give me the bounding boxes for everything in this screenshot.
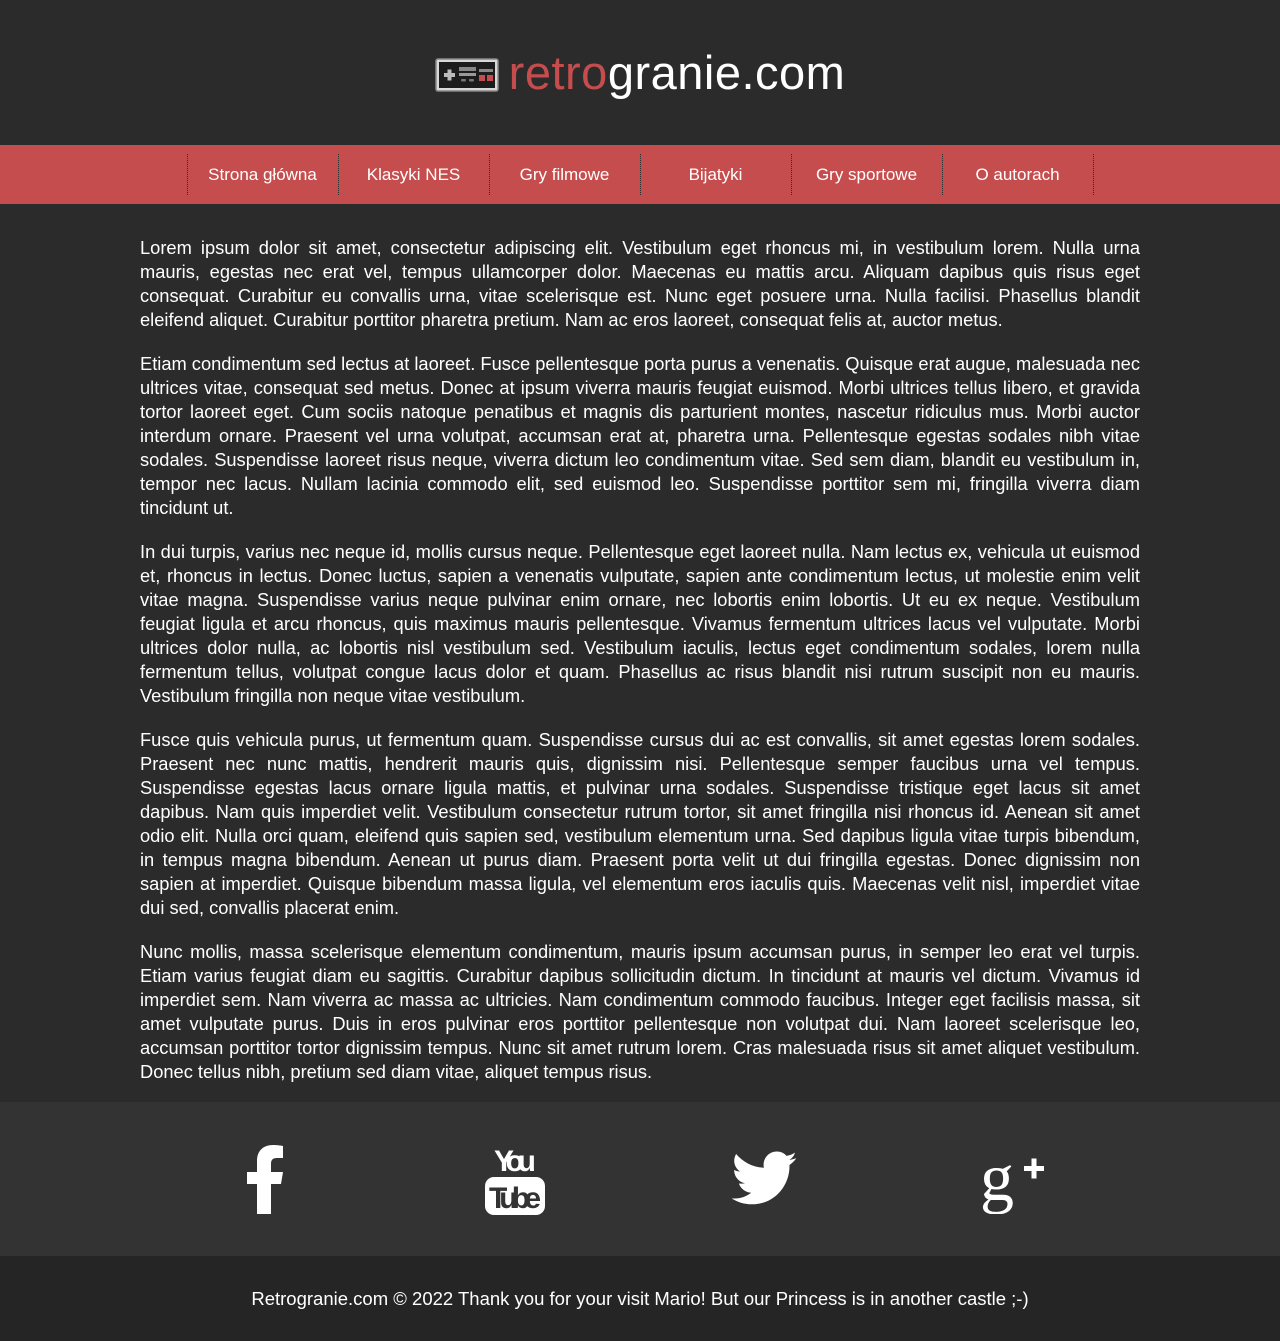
content-paragraph: Etiam condimentum sed lectus at laoreet.… <box>140 353 1140 518</box>
site-title: retrogranie.com <box>509 49 846 96</box>
svg-text:You: You <box>494 1145 536 1178</box>
footer-text: Retrogranie.com © 2022 Thank you for you… <box>251 1287 1029 1309</box>
content-paragraph: Lorem ipsum dolor sit amet, consectetur … <box>140 237 1140 330</box>
nav-item-sports-games[interactable]: Gry sportowe <box>792 154 943 195</box>
nav-item-nes-classics[interactable]: Klasyki NES <box>339 154 490 195</box>
logo-rest-text: granie.com <box>607 46 846 99</box>
nav-item-about-authors[interactable]: O autorach <box>943 154 1094 195</box>
google-plus-link[interactable]: g <box>890 1144 1140 1214</box>
content-paragraph: Fusce quis vehicula purus, ut fermentum … <box>140 729 1140 918</box>
facebook-icon <box>247 1145 283 1214</box>
facebook-link[interactable] <box>140 1144 390 1214</box>
svg-text:g: g <box>980 1144 1014 1214</box>
svg-text:Tube: Tube <box>489 1182 541 1215</box>
nav-item-movie-games[interactable]: Gry filmowe <box>490 154 641 195</box>
youtube-link[interactable]: You Tube <box>390 1141 640 1217</box>
content-paragraph: In dui turpis, varius nec neque id, moll… <box>140 541 1140 706</box>
nav-item-home[interactable]: Strona główna <box>188 154 339 195</box>
nav-item-fighting-games[interactable]: Bijatyki <box>641 154 792 195</box>
youtube-icon: You Tube <box>485 1145 545 1215</box>
nes-controller-icon <box>434 57 499 92</box>
social-links-bar: You Tube g <box>0 1102 1280 1256</box>
google-plus-icon: g <box>980 1144 1044 1214</box>
twitter-link[interactable] <box>640 1151 890 1207</box>
twitter-icon <box>732 1151 797 1205</box>
main-navigation: Strona główna Klasyki NES Gry filmowe Bi… <box>0 145 1280 204</box>
nav-list: Strona główna Klasyki NES Gry filmowe Bi… <box>186 154 1094 195</box>
site-footer: Retrogranie.com © 2022 Thank you for you… <box>0 1256 1280 1341</box>
logo-accent-text: retro <box>508 46 608 99</box>
site-logo[interactable]: retrogranie.com <box>434 49 846 96</box>
main-content: Lorem ipsum dolor sit amet, consectetur … <box>140 204 1140 1084</box>
content-paragraph: Nunc mollis, massa scelerisque elementum… <box>140 941 1140 1082</box>
site-header: retrogranie.com <box>0 0 1280 145</box>
